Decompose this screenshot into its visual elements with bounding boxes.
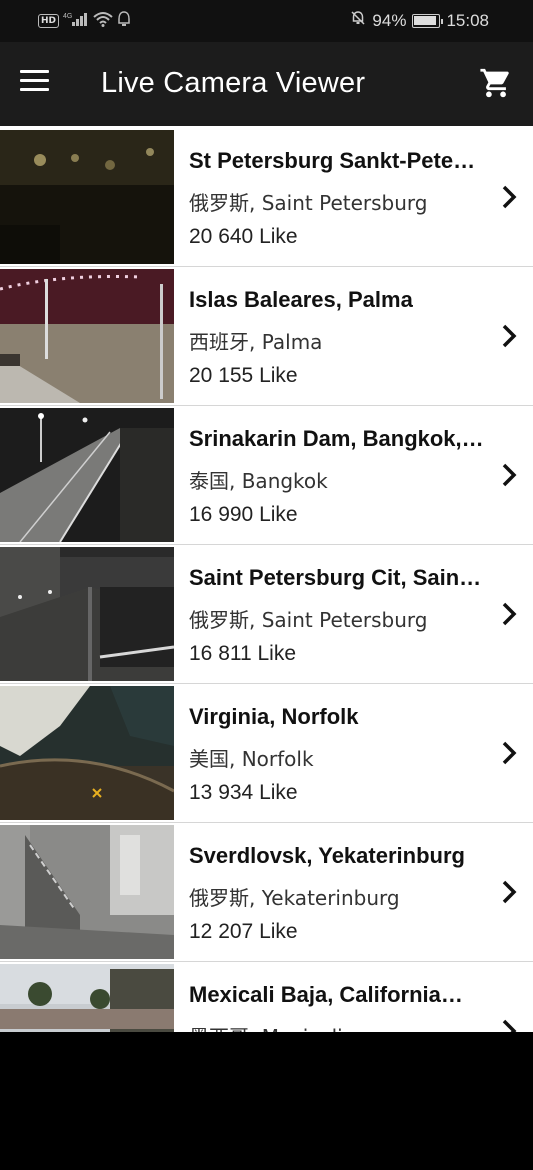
camera-location: 墨西哥, Mexicali [189,1021,489,1032]
camera-likes: 12 207 Like [189,920,298,943]
camera-likes: 20 155 Like [189,364,298,387]
camera-title: Islas Baleares, Palma [189,287,413,312]
wifi-icon [93,11,113,31]
app-title: Live Camera Viewer [101,67,366,99]
camera-list-item[interactable]: Srinakarin Dam, Bangkok,… 泰国, Bangkok 16… [0,406,533,545]
chevron-right-icon [502,741,517,765]
camera-location: 泰国, Bangkok [189,469,328,493]
camera-thumbnail [0,964,174,1032]
camera-location: 西班牙, Palma [189,330,323,354]
battery-level [414,15,437,25]
chevron-right-icon [502,880,517,904]
camera-list-item[interactable]: St Petersburg Sankt-Pete… 俄罗斯, Saint Pet… [0,128,533,267]
camera-list-item[interactable]: Saint Petersburg Cit, Sain… 俄罗斯, Saint P… [0,545,533,684]
chevron-right-icon [502,185,517,209]
camera-location: 俄罗斯, Yekaterinburg [189,886,400,910]
shopping-cart-icon[interactable] [479,66,513,100]
camera-thumbnail [0,130,174,264]
mute-bell-icon [350,10,366,31]
camera-likes: 16 990 Like [189,503,298,526]
camera-title: St Petersburg Sankt-Pete… [189,148,476,173]
clock: 15:08 [446,10,489,30]
camera-likes: 20 640 Like [189,225,298,248]
chevron-right-icon [502,324,517,348]
notification-icon [117,11,131,31]
app-screen: HD 4G 94% 15:08 Live Camera Viewer St Pe… [0,0,533,1032]
network-label: 4G [63,13,72,20]
status-left-icons: HD 4G [38,11,131,31]
status-right: 94% 15:08 [350,10,489,31]
camera-likes: 16 811 Like [189,642,297,665]
hamburger-menu-icon[interactable] [20,70,50,96]
battery-icon [412,13,444,28]
camera-list-item[interactable]: Sverdlovsk, Yekaterinburg 俄罗斯, Yekaterin… [0,823,533,962]
camera-list: St Petersburg Sankt-Pete… 俄罗斯, Saint Pet… [0,128,533,1032]
app-bar: Live Camera Viewer [0,42,533,126]
status-bar: HD 4G 94% 15:08 [0,0,533,42]
camera-likes: 13 934 Like [189,781,298,804]
camera-location: 俄罗斯, Saint Petersburg [189,608,428,632]
camera-list-item[interactable]: Virginia, Norfolk 美国, Norfolk 13 934 Lik… [0,684,533,823]
camera-title: Srinakarin Dam, Bangkok,… [189,426,484,451]
camera-thumbnail [0,686,174,820]
camera-thumbnail [0,269,174,403]
camera-title: Virginia, Norfolk [189,704,359,729]
camera-list-item[interactable]: Mexicali Baja, California… 墨西哥, Mexicali [0,962,533,1032]
hd-icon: HD [38,14,60,28]
camera-location: 俄罗斯, Saint Petersburg [189,191,428,215]
camera-title: Sverdlovsk, Yekaterinburg [189,843,465,868]
4g-signal-icon: 4G [63,11,89,31]
camera-thumbnail [0,408,174,542]
battery-percent: 94% [372,10,407,30]
chevron-right-icon [502,602,517,626]
camera-list-item[interactable]: Islas Baleares, Palma 西班牙, Palma 20 155 … [0,267,533,406]
camera-location: 美国, Norfolk [189,747,314,771]
chevron-right-icon [502,463,517,487]
camera-thumbnail [0,547,174,681]
camera-title: Saint Petersburg Cit, Sain… [189,565,482,590]
camera-title: Mexicali Baja, California… [189,982,463,1007]
chevron-right-icon [502,1019,517,1032]
camera-thumbnail [0,825,174,959]
